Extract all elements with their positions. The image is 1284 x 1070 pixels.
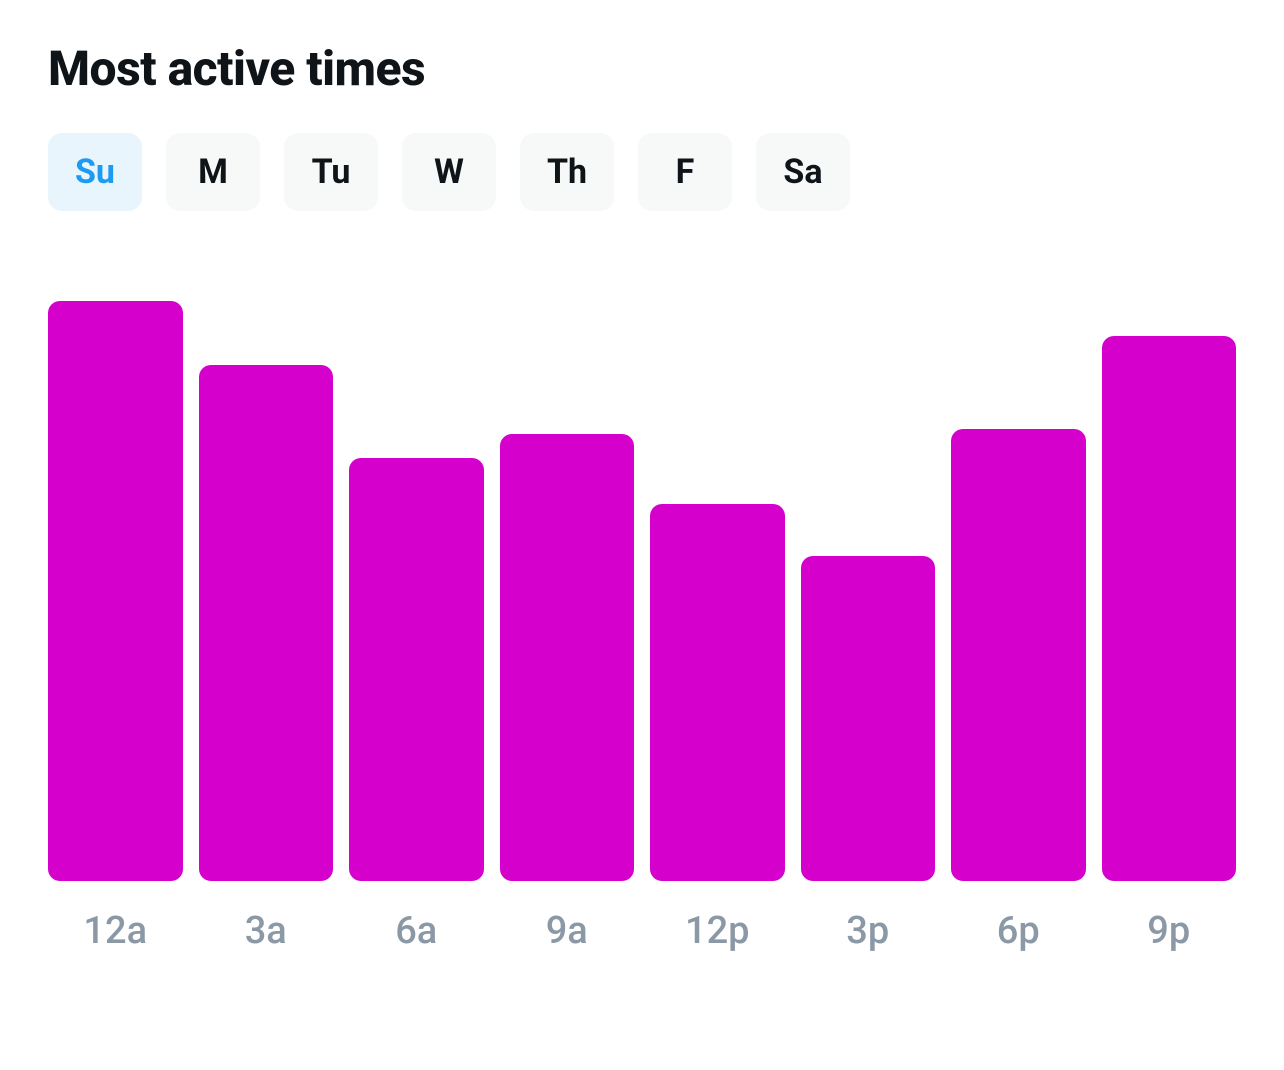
bar-col xyxy=(500,434,635,881)
x-axis-label: 9a xyxy=(500,909,635,953)
day-tab-tu[interactable]: Tu xyxy=(284,133,378,211)
x-axis-label: 3p xyxy=(801,909,936,953)
day-tab-sa[interactable]: Sa xyxy=(756,133,850,211)
bar-6p[interactable] xyxy=(951,429,1086,881)
x-axis-label: 3a xyxy=(199,909,334,953)
bar-col xyxy=(199,365,334,881)
bar-3p[interactable] xyxy=(801,556,936,881)
day-tab-m[interactable]: M xyxy=(166,133,260,211)
x-axis-label: 6a xyxy=(349,909,484,953)
bar-col xyxy=(951,429,1086,881)
bar-col xyxy=(349,458,484,881)
day-tabs: Su M Tu W Th F Sa xyxy=(48,133,1236,211)
day-tab-th[interactable]: Th xyxy=(520,133,614,211)
activity-bar-chart: 12a 3a 6a 9a 12p 3p 6p 9p xyxy=(48,301,1236,953)
bar-9p[interactable] xyxy=(1102,336,1237,881)
x-axis-label: 12a xyxy=(48,909,183,953)
bar-col xyxy=(801,556,936,881)
most-active-times-panel: Most active times Su M Tu W Th F Sa xyxy=(0,0,1284,1070)
chart-bars xyxy=(48,301,1236,881)
bar-6a[interactable] xyxy=(349,458,484,881)
bar-col xyxy=(48,301,183,881)
x-axis-label: 9p xyxy=(1102,909,1237,953)
day-tab-f[interactable]: F xyxy=(638,133,732,211)
day-tab-w[interactable]: W xyxy=(402,133,496,211)
x-axis-label: 12p xyxy=(650,909,785,953)
chart-x-axis: 12a 3a 6a 9a 12p 3p 6p 9p xyxy=(48,909,1236,953)
bar-3a[interactable] xyxy=(199,365,334,881)
bar-col xyxy=(1102,336,1237,881)
page-title: Most active times xyxy=(48,40,1236,97)
day-tab-su[interactable]: Su xyxy=(48,133,142,211)
bar-12a[interactable] xyxy=(48,301,183,881)
bar-9a[interactable] xyxy=(500,434,635,881)
bar-col xyxy=(650,504,785,881)
x-axis-label: 6p xyxy=(951,909,1086,953)
bar-12p[interactable] xyxy=(650,504,785,881)
